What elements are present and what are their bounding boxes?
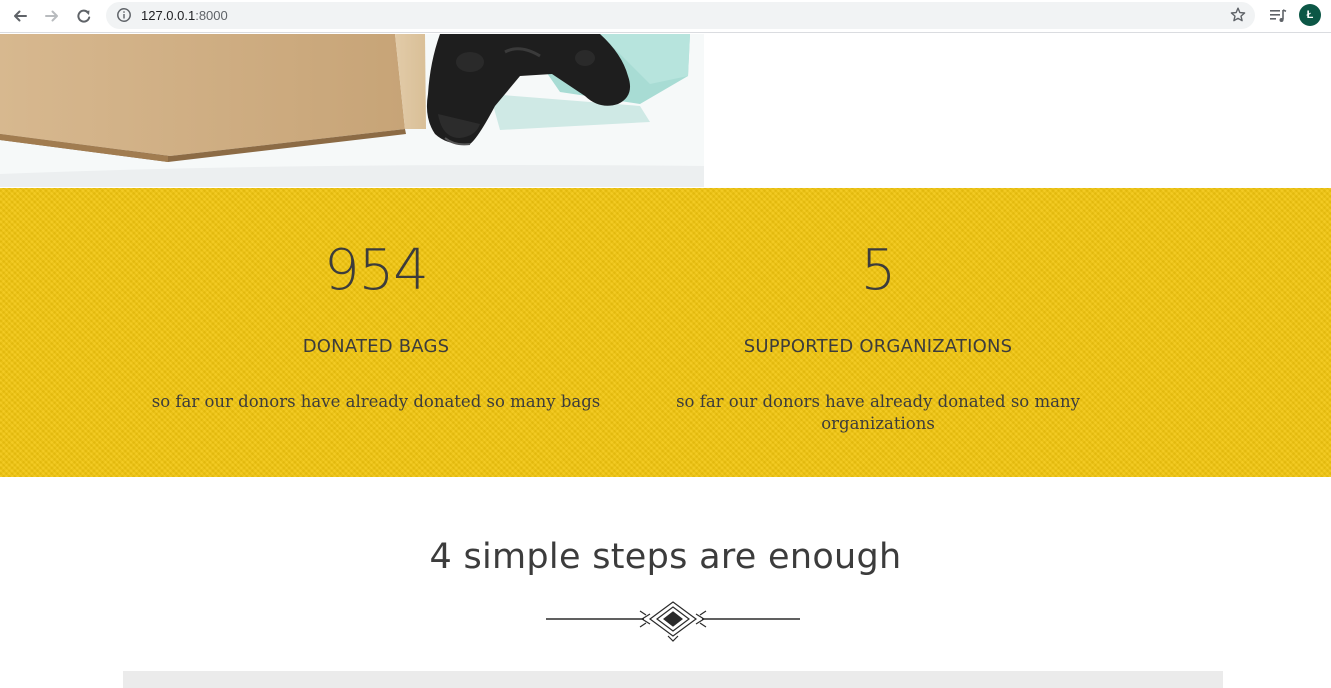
- url-host: 127.0.0.1: [141, 8, 196, 23]
- profile-avatar[interactable]: Ł: [1299, 4, 1321, 26]
- forward-button[interactable]: [40, 4, 64, 28]
- address-bar[interactable]: 127.0.0.1:8000: [106, 2, 1255, 29]
- steps-heading: 4 simple steps are enough: [429, 537, 902, 577]
- donation-box-illustration: [0, 34, 704, 187]
- arrow-left-icon: [14, 10, 27, 22]
- bookmark-star-icon[interactable]: [1229, 6, 1247, 24]
- info-icon[interactable]: [116, 7, 132, 23]
- hero-image: [0, 34, 704, 187]
- stats-section: 954 DONATED BAGS so far our donors have …: [0, 188, 1331, 477]
- stat-label: DONATED BAGS: [302, 336, 450, 357]
- stat-number: 5: [860, 238, 897, 303]
- reload-icon: [77, 9, 91, 23]
- browser-toolbar: 127.0.0.1:8000 Ł: [0, 0, 1331, 33]
- url-text[interactable]: 127.0.0.1:8000: [141, 8, 228, 23]
- media-playlist-icon[interactable]: [1268, 6, 1288, 26]
- back-button[interactable]: [8, 4, 32, 28]
- arrow-right-icon: [45, 10, 58, 22]
- stat-label: SUPPORTED ORGANIZATIONS: [743, 336, 1013, 357]
- stat-description: so far our donors have already donated s…: [676, 392, 1080, 433]
- reload-button[interactable]: [72, 4, 96, 28]
- url-port: :8000: [195, 8, 228, 23]
- steps-panel: [123, 671, 1223, 688]
- decorative-divider-icon: [546, 601, 800, 642]
- stat-number: 954: [324, 238, 429, 303]
- stat-description: so far our donors have already donated s…: [151, 392, 601, 411]
